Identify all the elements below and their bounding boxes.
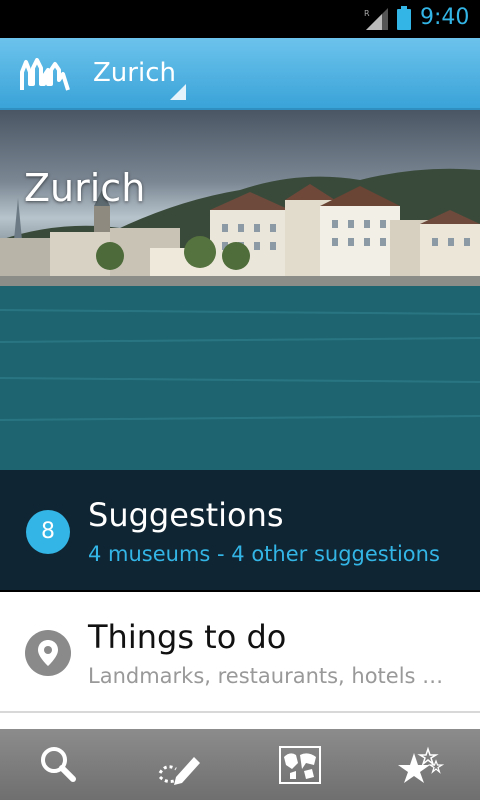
- city-selector[interactable]: Zurich: [93, 58, 176, 88]
- tab-favorites[interactable]: [360, 729, 480, 800]
- signal-roaming-icon: R: [364, 8, 388, 30]
- plan-pen-icon: [158, 757, 200, 785]
- things-to-do-row[interactable]: Things to do Landmarks, restaurants, hot…: [0, 592, 480, 712]
- skyline-logo-icon[interactable]: [20, 58, 70, 92]
- hero-title: Zurich: [24, 166, 146, 210]
- suggestions-count-badge: 8: [26, 510, 70, 554]
- suggestions-subtitle: 4 museums - 4 other suggestions: [88, 542, 440, 566]
- tab-plan[interactable]: [120, 729, 240, 800]
- things-to-do-subtitle: Landmarks, restaurants, hotels …: [88, 664, 444, 688]
- bottom-tab-bar: [0, 729, 480, 800]
- hero-image: Zurich: [0, 110, 480, 470]
- list-spacer: [0, 713, 480, 729]
- suggestions-title: Suggestions: [88, 496, 284, 534]
- map-icon: [279, 746, 321, 784]
- tab-search[interactable]: [0, 729, 120, 800]
- suggestions-row[interactable]: 8 Suggestions 4 museums - 4 other sugges…: [0, 470, 480, 590]
- status-time: 9:40: [420, 5, 470, 30]
- action-bar: Zurich: [0, 38, 480, 110]
- search-icon: [41, 747, 76, 782]
- tab-map[interactable]: [240, 729, 360, 800]
- favorites-stars-icon: [398, 746, 444, 783]
- status-bar: R 9:40: [0, 0, 480, 38]
- city-illustration: [0, 168, 480, 470]
- things-to-do-title: Things to do: [88, 618, 287, 656]
- chevron-down-icon[interactable]: [170, 84, 186, 100]
- location-pin-icon: [25, 630, 71, 676]
- battery-icon: [397, 6, 411, 30]
- svg-text:R: R: [364, 9, 370, 18]
